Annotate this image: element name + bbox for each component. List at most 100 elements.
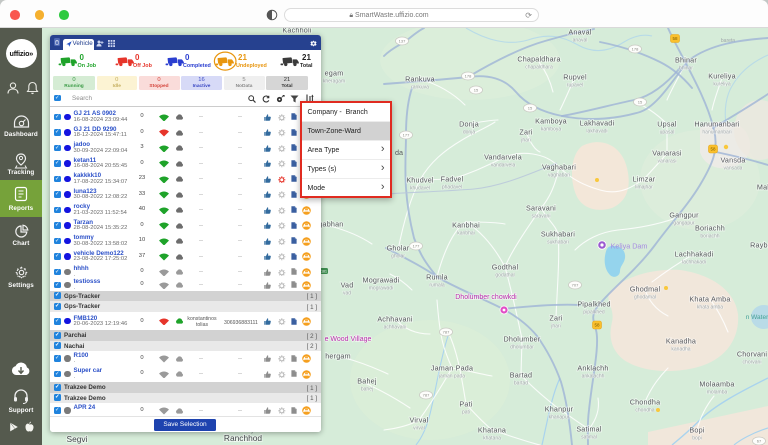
svg-text:177: 177 [413,243,420,248]
svg-text:Vansda: Vansda [720,156,745,165]
svg-text:Sukhabari: Sukhabari [541,230,575,239]
svg-text:rankuva: rankuva [411,84,429,90]
svg-text:chondha: chondha [635,407,654,413]
svg-text:177: 177 [403,132,410,137]
svg-text:vandarvela: vandarvela [491,162,516,168]
svg-text:egam: egam [325,69,344,78]
svg-text:178: 178 [632,46,639,51]
svg-text:Rumla: Rumla [426,273,448,282]
svg-text:vad: vad [343,290,351,296]
svg-text:kanbhai: kanbhai [457,230,475,236]
svg-text:ankalachh: ankalachh [582,373,605,379]
svg-text:Rayba: Rayba [750,241,768,250]
svg-text:Upsal: Upsal [657,120,677,129]
svg-text:boriachh: boriachh [700,233,719,239]
svg-text:lakhavadi: lakhavadi [586,128,607,134]
svg-text:jaman pada: jaman pada [438,373,465,379]
svg-text:Hanumanbari: Hanumanbari [694,120,740,129]
svg-text:Achhavani: Achhavani [377,315,413,324]
svg-text:Limzar: Limzar [633,175,656,184]
svg-text:da: da [395,148,403,157]
svg-text:Godthal: Godthal [492,263,519,272]
svg-text:kamboya: kamboya [541,126,562,132]
svg-text:58: 58 [594,323,600,328]
svg-text:Segvi: Segvi [67,434,88,444]
svg-text:achhavani: achhavani [384,324,407,330]
svg-text:Lachhakadi: Lachhakadi [675,250,714,259]
svg-text:gholar: gholar [391,253,405,259]
svg-text:bahej: bahej [361,386,373,392]
svg-text:Kanbhai: Kanbhai [452,221,480,230]
svg-text:Chorvani: Chorvani [737,350,768,359]
svg-text:67: 67 [757,438,762,443]
svg-text:sukhabari: sukhabari [547,239,569,245]
svg-text:pipalkhed: pipalkhed [583,309,605,315]
svg-text:178: 178 [465,73,472,78]
svg-text:Khudvel: Khudvel [406,176,434,185]
svg-text:Gholar: Gholar [387,244,410,253]
svg-text:virval: virval [413,425,425,431]
svg-text:Vanarasi: Vanarasi [652,149,682,158]
svg-text:jhari: jhari [550,323,560,329]
svg-text:lachhakadi: lachhakadi [682,259,706,265]
svg-text:satimal: satimal [581,434,597,440]
svg-text:mograwadi: mograwadi [369,285,393,291]
svg-text:donja: donja [463,129,475,135]
svg-text:Zari: Zari [519,128,532,137]
svg-text:Dholumber chowkdi: Dholumber chowkdi [455,294,517,301]
svg-text:limajhar: limajhar [635,184,653,190]
svg-text:khatana: khatana [483,435,501,441]
svg-text:vansada: vansada [724,165,743,171]
svg-text:rupavel: rupavel [567,82,583,88]
svg-text:Keliya Dam: Keliya Dam [611,242,648,251]
svg-text:hergam: hergam [325,352,351,361]
svg-text:chapaldhara: chapaldhara [525,64,553,70]
svg-text:anaval: anaval [573,37,588,43]
svg-text:vanarasi: vanarasi [658,158,677,164]
svg-text:Jaman Pada: Jaman Pada [431,364,473,373]
svg-text:Kamboya: Kamboya [535,117,567,126]
svg-text:phadavel: phadavel [442,184,462,190]
svg-text:Pati: Pati [459,400,472,409]
svg-text:Mograwadi: Mograwadi [363,276,400,285]
svg-text:upasal: upasal [660,129,675,135]
svg-text:Rankuva: Rankuva [405,75,435,84]
svg-text:15: 15 [638,99,643,104]
svg-text:Khatana: Khatana [478,426,506,435]
svg-text:58: 58 [710,147,716,152]
svg-text:Mal: Mal [757,183,768,192]
svg-text:Boriachh: Boriachh [695,224,725,233]
svg-text:Satimal: Satimal [576,425,602,434]
svg-text:Kanadha: Kanadha [666,337,696,346]
svg-text:kheragam: kheragam [323,78,345,84]
svg-text:Ranchhod: Ranchhod [224,433,263,443]
svg-text:hanumanbari: hanumanbari [702,129,731,135]
svg-text:Bartad: Bartad [510,371,532,380]
svg-text:707: 707 [572,282,579,287]
svg-text:787: 787 [443,329,450,334]
svg-text:bhinar: bhinar [679,65,693,71]
svg-text:Vad: Vad [341,281,354,290]
svg-text:Pipalkhed: Pipalkhed [577,300,610,309]
svg-text:chorvani: chorvani [743,359,762,365]
svg-text:15: 15 [528,105,533,110]
svg-text:Donja: Donja [459,120,479,129]
svg-text:Saravani: Saravani [526,204,556,213]
svg-text:jhari: jhari [520,137,530,143]
svg-text:godathal: godathal [495,272,514,278]
svg-text:Bhinar: Bhinar [675,56,697,65]
svg-text:bartad: bartad [514,380,528,386]
svg-text:Khata Amba: Khata Amba [689,295,730,304]
svg-text:Vandarvela: Vandarvela [484,153,522,162]
svg-text:Anaval: Anaval [568,28,591,37]
svg-text:Ghodmal: Ghodmal [630,285,661,294]
svg-text:Molaamba: Molaamba [699,380,734,389]
svg-text:137: 137 [399,38,406,43]
svg-text:Dholumber: Dholumber [504,335,541,344]
svg-text:Kureliya: Kureliya [708,72,736,81]
svg-text:n Water: n Water [746,314,768,321]
svg-text:khudavel: khudavel [410,185,430,191]
svg-text:pati: pati [462,409,470,415]
svg-text:15: 15 [474,87,479,92]
svg-text:Kachholi: Kachholi [282,28,311,35]
